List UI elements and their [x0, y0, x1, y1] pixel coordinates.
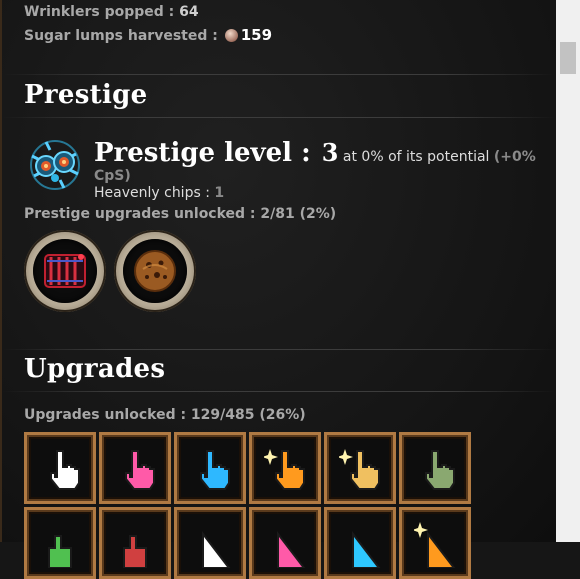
blue-cursor-icon [200, 450, 230, 490]
upgrade-tile[interactable] [174, 432, 246, 504]
green-cursor-icon [425, 450, 455, 490]
upgrade-tile[interactable] [324, 432, 396, 504]
pink-cursor-icon [125, 450, 155, 490]
upgrade-tile[interactable] [99, 507, 171, 579]
gold-cursor-icon [339, 449, 380, 490]
section-divider [2, 117, 556, 118]
sugar-lumps-value: 159 [240, 26, 273, 44]
prestige-upgrade-slot[interactable] [114, 230, 196, 312]
upgrade-tile[interactable] [399, 432, 471, 504]
upgrade-tile[interactable] [249, 507, 321, 579]
upgrade-tile[interactable] [99, 432, 171, 504]
orange-arrow-icon [414, 522, 456, 568]
prestige-level-value: 3 [321, 138, 339, 167]
upgrades-unlocked: Upgrades unlocked : 129/485 (26%) [24, 407, 306, 423]
section-divider [2, 74, 556, 75]
orange-cursor-icon [264, 449, 305, 490]
upgrade-tile[interactable] [399, 507, 471, 579]
white-cursor-icon [50, 450, 80, 490]
heavenly-chips-label: Heavenly chips : [94, 185, 215, 201]
upgrade-tile[interactable] [24, 432, 96, 504]
scrollbar[interactable] [556, 0, 580, 542]
prestige-level-icon [26, 136, 84, 194]
section-divider [2, 349, 556, 350]
red-thumb-icon [123, 535, 147, 568]
prestige-upgrades-unlocked: Prestige upgrades unlocked : 2/81 (2%) [24, 206, 337, 222]
prestige-potential-text: at 0% of its potential [338, 149, 494, 165]
upgrade-tile[interactable] [324, 507, 396, 579]
prestige-level-line: Prestige level : 3 at 0% of its potentia… [94, 138, 536, 168]
upgrade-tile[interactable] [174, 507, 246, 579]
sugar-lumps-label: Sugar lumps harvested : [24, 28, 223, 44]
wrinklers-stat: Wrinklers popped : 64 [24, 4, 199, 20]
prestige-cps-bonus-cont: CpS) [94, 168, 131, 184]
sugar-lumps-stat: Sugar lumps harvested : 159 [24, 26, 272, 44]
sugar-lump-icon [224, 29, 238, 42]
green-thumb-icon [48, 535, 72, 568]
prestige-heading: Prestige [24, 80, 148, 110]
wrinklers-value: 64 [179, 4, 199, 20]
heavenly-chips-line: Heavenly chips : 1 [94, 185, 224, 201]
cyan-arrow-icon [352, 531, 381, 568]
scrollbar-thumb[interactable] [560, 42, 576, 74]
upgrade-tile[interactable] [24, 507, 96, 579]
prestige-level-label: Prestige level : [94, 138, 320, 168]
section-divider [2, 391, 556, 392]
white-arrow-icon [202, 531, 231, 568]
pink-arrow-icon [277, 531, 306, 568]
wrinklers-label: Wrinklers popped : [24, 4, 180, 20]
stats-panel: Wrinklers popped : 64 Sugar lumps harves… [0, 0, 556, 579]
heavenly-chips-value: 1 [214, 185, 225, 201]
upgrades-heading: Upgrades [24, 354, 166, 384]
heavenly-bars-icon [44, 254, 86, 288]
prestige-cps-bonus: (+0% [493, 149, 536, 165]
prestige-upgrade-slot[interactable] [24, 230, 106, 312]
cookie-icon [134, 250, 176, 292]
upgrade-tile[interactable] [249, 432, 321, 504]
